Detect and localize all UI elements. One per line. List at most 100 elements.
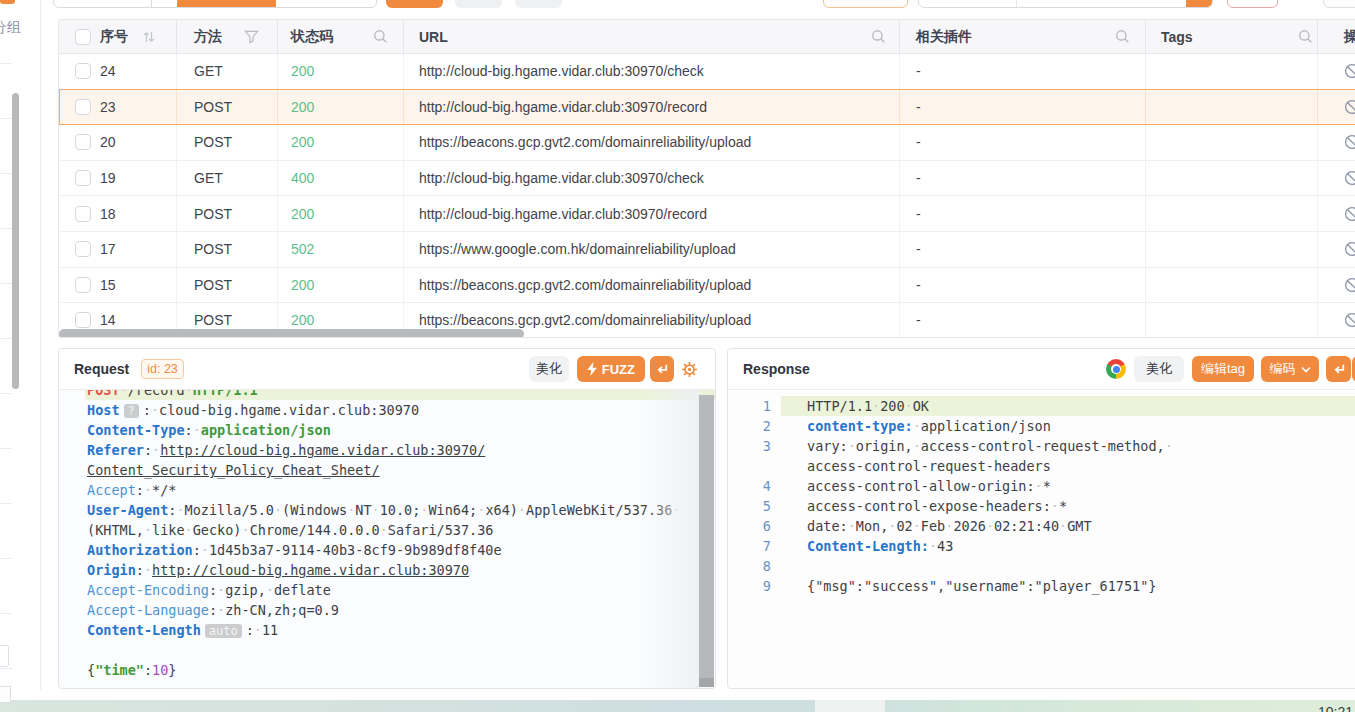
cell-action: [1318, 54, 1355, 89]
row-checkbox[interactable]: [75, 63, 91, 79]
request-editor-scrollbar[interactable]: [699, 395, 714, 687]
cell-method: POST: [177, 232, 278, 267]
column-label: 序号: [100, 28, 128, 46]
row-checkbox[interactable]: [75, 312, 91, 328]
cell-method: POST: [177, 90, 278, 125]
response-beautify-button[interactable]: 美化: [1134, 356, 1184, 382]
editor-line: 8: [728, 556, 1355, 576]
row-checkbox[interactable]: [75, 99, 91, 115]
topbar-orange-button[interactable]: [386, 0, 443, 8]
table-row[interactable]: 23POST200http://cloud-big.hgame.vidar.cl…: [59, 90, 1355, 126]
app-root: 分组 序号方法状态码URL相关插件Tags操作 24GET200http://c…: [0, 0, 1355, 712]
column-label: 操作: [1318, 28, 1355, 46]
table-row[interactable]: 17POST502https://www.google.com.hk/domai…: [59, 232, 1355, 268]
search-icon[interactable]: [1115, 29, 1130, 44]
search-icon[interactable]: [373, 29, 388, 44]
topbar-gray-button-2[interactable]: [515, 0, 562, 8]
sidebar-bottom-fragment-1[interactable]: [0, 645, 9, 667]
editor-line: User-Agent:·Mozilla/5.0·(Windows·NT·10.0…: [59, 500, 715, 520]
column-header-plugin[interactable]: 相关插件: [900, 20, 1146, 53]
column-header-method[interactable]: 方法: [177, 20, 278, 53]
sort-icon[interactable]: [142, 30, 156, 44]
editor-line: access-control-request-headers: [728, 456, 1355, 476]
column-header-url[interactable]: URL: [404, 20, 900, 53]
response-title: Response: [743, 361, 810, 377]
cell-plugin: -: [900, 196, 1146, 231]
row-checkbox[interactable]: [75, 206, 91, 222]
encode-dropdown-button[interactable]: 编码: [1261, 356, 1319, 382]
table-row[interactable]: 19GET400http://cloud-big.hgame.vidar.clu…: [59, 161, 1355, 197]
topbar-outline-button[interactable]: [823, 0, 908, 8]
cell-tags: [1146, 90, 1318, 125]
column-header-action[interactable]: 操作: [1318, 20, 1355, 53]
input-divider: [1016, 0, 1017, 7]
row-checkbox[interactable]: [75, 241, 91, 257]
taskbar[interactable]: 10:21: [0, 700, 1355, 712]
response-newline-button[interactable]: [1326, 356, 1351, 382]
sidebar-bottom-fragment-2[interactable]: [0, 686, 11, 703]
request-panel: Request id: 23 美化 FUZZ POST·/record·HTTP…: [58, 348, 716, 689]
table-body: 24GET200http://cloud-big.hgame.vidar.clu…: [59, 54, 1355, 338]
topbar-gray-button-1[interactable]: [455, 0, 502, 8]
send-newline-button[interactable]: [650, 356, 674, 382]
column-header-tags[interactable]: Tags: [1146, 20, 1318, 53]
discard-icon[interactable]: [1344, 99, 1355, 115]
cell-tags: [1146, 232, 1318, 267]
discard-icon[interactable]: [1344, 206, 1355, 222]
taskbar-clock: 10:21: [1318, 704, 1353, 712]
table-row[interactable]: 18POST200http://cloud-big.hgame.vidar.cl…: [59, 196, 1355, 232]
editor-line: Content-Type:·application/json: [59, 420, 715, 440]
row-id: 14: [100, 312, 116, 328]
cell-status: 502: [278, 232, 404, 267]
column-header-id[interactable]: 序号: [59, 20, 177, 53]
edit-tag-button[interactable]: 编辑tag: [1192, 356, 1254, 382]
request-settings-button[interactable]: [680, 360, 699, 379]
fuzz-button[interactable]: FUZZ: [577, 356, 645, 382]
chrome-icon[interactable]: [1106, 359, 1126, 379]
table-row[interactable]: 24GET200http://cloud-big.hgame.vidar.clu…: [59, 54, 1355, 90]
cell-tags: [1146, 196, 1318, 231]
topbar-segmented-control[interactable]: [53, 0, 377, 8]
line-number: 1: [728, 396, 771, 416]
search-icon[interactable]: [1298, 29, 1313, 44]
discard-icon[interactable]: [1344, 277, 1355, 293]
search-submit-button[interactable]: [1186, 0, 1212, 7]
table-row[interactable]: 15POST200https://beacons.gcp.gvt2.com/do…: [59, 268, 1355, 304]
row-checkbox[interactable]: [75, 170, 91, 186]
row-checkbox[interactable]: [75, 134, 91, 150]
inline-badge: auto: [205, 624, 242, 638]
topbar-white-fragment[interactable]: [1323, 0, 1355, 8]
discard-icon[interactable]: [1344, 134, 1355, 150]
cell-status: 200: [278, 54, 404, 89]
topbar-corner-button[interactable]: [0, 0, 15, 4]
filter-icon[interactable]: [244, 30, 259, 44]
sidebar-scrollbar[interactable]: [12, 93, 19, 389]
editor-line: Accept-Encoding:·gzip,·deflate: [59, 580, 715, 600]
topbar-search-group[interactable]: [918, 0, 1213, 8]
table-row[interactable]: 20POST200https://beacons.gcp.gvt2.com/do…: [59, 125, 1355, 161]
cell-plugin: -: [900, 161, 1146, 196]
search-icon[interactable]: [871, 29, 886, 44]
editor-line: (KHTML,·like·Gecko)·Chrome/144.0.0.0·Saf…: [59, 520, 715, 540]
select-all-checkbox[interactable]: [75, 29, 91, 45]
request-editor[interactable]: POST·/record·HTTP/1.1Host?:·cloud-big.hg…: [59, 390, 715, 688]
response-editor[interactable]: 1HTTP/1.1·200·OK2content-type:·applicati…: [728, 390, 1355, 688]
lightning-icon: [587, 362, 598, 376]
editor-line: Accept:·*/*: [59, 480, 715, 500]
segment-active[interactable]: [177, 0, 276, 7]
cell-status: 200: [278, 125, 404, 160]
column-header-status[interactable]: 状态码: [278, 20, 404, 53]
discard-icon[interactable]: [1344, 170, 1355, 186]
discard-icon[interactable]: [1344, 63, 1355, 79]
table-horizontal-scrollbar[interactable]: [59, 329, 524, 338]
cell-method: GET: [177, 54, 278, 89]
beautify-button[interactable]: 美化: [529, 356, 569, 382]
chevron-down-icon: [1301, 366, 1311, 373]
discard-icon[interactable]: [1344, 312, 1355, 328]
row-checkbox[interactable]: [75, 277, 91, 293]
discard-icon[interactable]: [1344, 241, 1355, 257]
editor-line: [59, 640, 715, 660]
cell-action: [1318, 232, 1355, 267]
enter-icon: [655, 363, 669, 375]
topbar-red-outline-button[interactable]: [1227, 0, 1278, 8]
